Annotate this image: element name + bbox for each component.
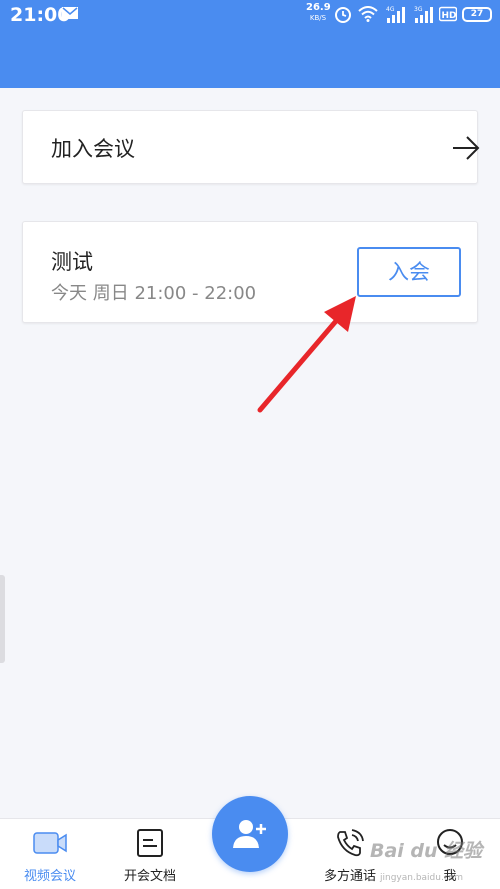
svg-text:3G: 3G xyxy=(414,6,423,13)
annotation-arrow xyxy=(257,296,356,413)
watermark: Bai du 经验 xyxy=(370,840,483,862)
watermark-url: jingyan.baidu.com xyxy=(380,873,464,883)
alarm-icon xyxy=(335,7,351,23)
tab-video-meeting[interactable]: 视频会议 xyxy=(0,819,100,889)
add-user-icon xyxy=(233,820,266,848)
document-icon xyxy=(137,829,163,857)
video-camera-icon xyxy=(33,832,67,854)
add-contact-fab[interactable] xyxy=(212,796,288,872)
tab-label: 视频会议 xyxy=(23,869,76,884)
svg-text:HD: HD xyxy=(442,11,457,21)
wifi-icon xyxy=(358,6,378,22)
tab-label: 开会文档 xyxy=(123,869,176,884)
side-edge-handle[interactable] xyxy=(0,575,5,663)
join-meeting-label: 加入会议 xyxy=(51,137,135,161)
enter-meeting-button[interactable]: 入会 xyxy=(357,247,461,297)
tab-meeting-docs[interactable]: 开会文档 xyxy=(100,819,200,889)
signal-3g-icon: 3G xyxy=(414,6,433,23)
battery-indicator: 27 xyxy=(462,7,492,22)
svg-text:4G: 4G xyxy=(386,6,395,13)
notification-mail-icon xyxy=(62,7,78,19)
app-header: 21:00 26.9 KB/S 4G 3G HD 27 xyxy=(0,0,500,88)
signal-4g-icon: 4G xyxy=(386,6,405,23)
join-meeting-card[interactable]: 加入会议 xyxy=(22,110,480,184)
arrow-right-icon xyxy=(453,136,480,160)
meeting-schedule: 今天 周日 21:00 - 22:00 xyxy=(51,283,257,304)
hd-voice-icon: HD xyxy=(439,6,457,22)
system-status-bar: 21:00 26.9 KB/S 4G 3G HD 27 xyxy=(0,0,500,30)
network-speed: 26.9 KB/S xyxy=(306,2,331,23)
phone-call-icon xyxy=(337,829,364,857)
meeting-title: 测试 xyxy=(51,250,93,274)
